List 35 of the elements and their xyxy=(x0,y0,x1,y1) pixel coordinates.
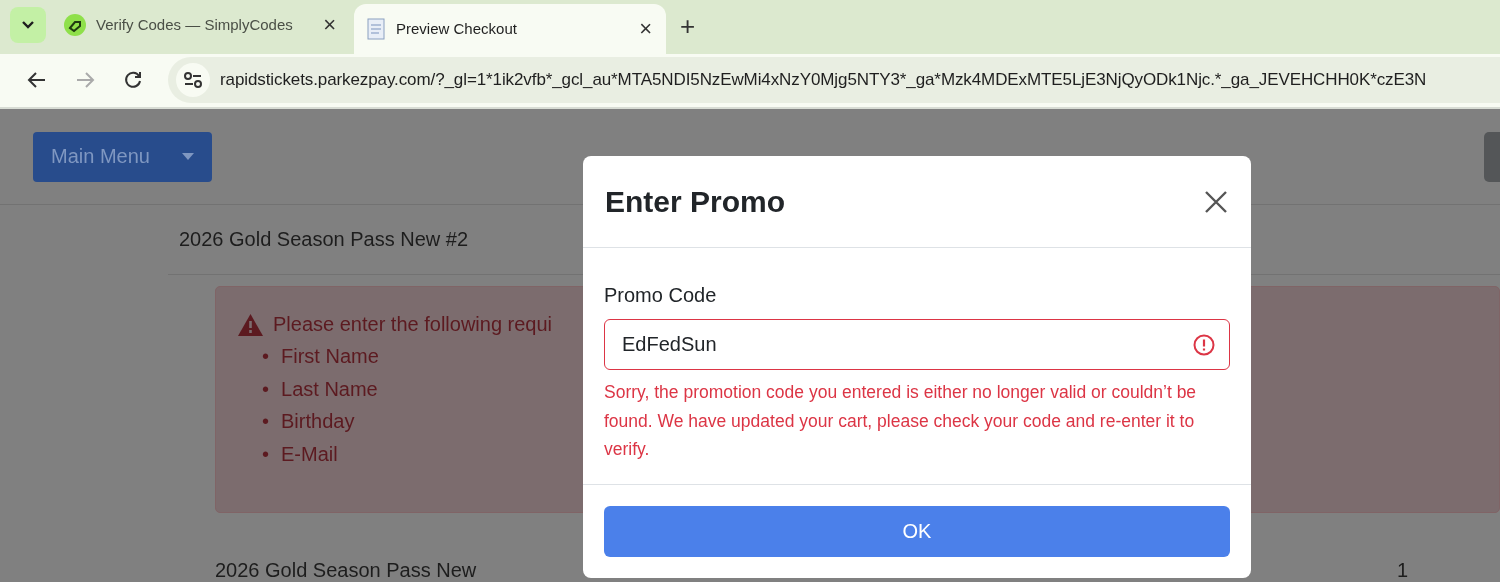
caret-icon xyxy=(182,153,194,160)
warning-icon xyxy=(238,313,263,336)
tab-close-button[interactable]: × xyxy=(323,11,336,38)
tab-title: Verify Codes — SimplyCodes xyxy=(96,16,294,33)
chevron-down-icon xyxy=(21,19,35,30)
browser-tab[interactable]: Preview Checkout × xyxy=(354,3,666,54)
required-field-item: E-Mail xyxy=(281,441,338,467)
back-arrow-icon xyxy=(27,71,47,90)
required-field-item: Birthday xyxy=(281,409,355,434)
tab-close-button[interactable]: × xyxy=(639,15,652,42)
item-name: 2026 Gold Season Pass New xyxy=(215,559,477,582)
tag-icon xyxy=(64,13,86,36)
forward-arrow-icon xyxy=(75,71,95,90)
bullet: • xyxy=(262,409,269,434)
new-tab-button[interactable]: + xyxy=(680,10,696,42)
bullet: • xyxy=(262,441,269,467)
promo-code-field[interactable]: EdFedSun xyxy=(604,319,1230,370)
error-icon xyxy=(1193,333,1215,356)
alert-message: Please enter the following requi xyxy=(273,313,553,336)
tab-search-button[interactable] xyxy=(10,6,46,43)
error-message: Sorry, the promotion code you entered is either no longer valid or couldn’t be found. We have updated your cart, please check your code and re-enter it to verify. xyxy=(604,381,1198,461)
required-field-item: Last Name xyxy=(281,376,378,402)
bullet: • xyxy=(262,376,269,402)
required-field-item: First Name xyxy=(281,344,379,369)
ok-button[interactable]: OK xyxy=(604,506,1230,557)
tab-title: Preview Checkout xyxy=(396,20,518,37)
address-bar[interactable]: rapidstickets.parkezpay.com/?_gl=1*1ik2vfb*_gcl_au*MTA5NDI5NzEwMi4xNzY0Mjg5NTY3*_ga*Mzk4MDExMTE5LjE3NjQyODk1Njc.*_ga_JEVEHCHH0K*czE3N xyxy=(168,57,1500,104)
reload-icon xyxy=(123,70,143,91)
browser-tab[interactable]: Verify Codes — SimplyCodes × xyxy=(50,2,350,47)
field-label: Promo Code xyxy=(604,284,718,307)
bullet: • xyxy=(262,344,269,369)
item-quantity: 1 xyxy=(1396,559,1408,582)
site-settings-icon[interactable] xyxy=(176,63,210,98)
url-text: rapidstickets.parkezpay.com/?_gl=1*1ik2vfb*_gcl_au*MTA5NDI5NzEwMi4xNzY0Mjg5NTY3*_ga*Mzk4MDExMTE5LjE3NjQyODk1Njc.*_ga_JEVEHCHH0K*czE3N xyxy=(220,70,1427,91)
document-icon xyxy=(366,17,386,40)
